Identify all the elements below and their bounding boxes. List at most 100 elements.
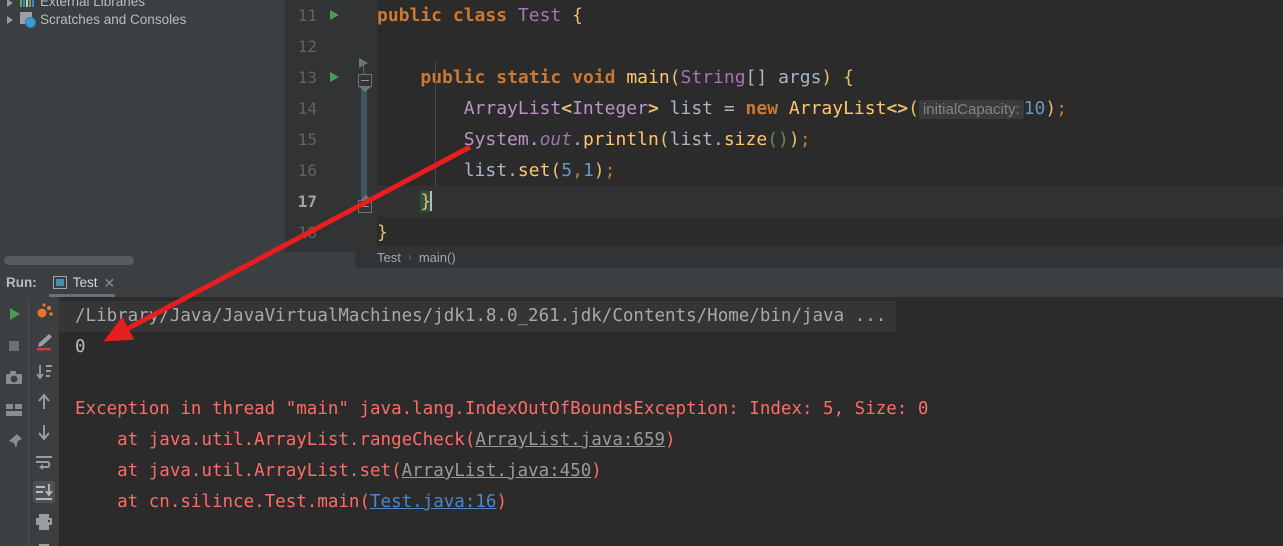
camera-icon[interactable] [3, 367, 25, 389]
gutter-line: 15 [285, 124, 355, 155]
token-type: String [680, 67, 746, 88]
breadcrumb-class[interactable]: Test [377, 250, 401, 265]
console-output[interactable]: /Library/Java/JavaVirtualMachines/jdk1.8… [59, 297, 1283, 546]
token-generic-close: > [647, 98, 659, 119]
stop-icon[interactable] [3, 335, 25, 357]
project-horizontal-scrollbar[interactable] [0, 252, 285, 268]
inlay-parameter-hint: initialCapacity: [918, 100, 1024, 119]
run-tool-window-header: Run: Test ✕ [0, 268, 1283, 297]
code-line-16[interactable]: list.set(5,1); [377, 155, 1283, 186]
token-static-field: out [539, 129, 573, 150]
token-keyword: public [420, 67, 486, 88]
run-gutter-icon[interactable] [330, 10, 339, 20]
print-icon[interactable] [33, 511, 55, 533]
token-number: 5 [561, 160, 573, 181]
token-semicolon: ; [1056, 98, 1068, 119]
token-comma: , [572, 160, 583, 181]
token-type: ArrayList [463, 98, 562, 119]
code-line-12[interactable] [377, 31, 1283, 62]
trace-suffix: ) [665, 430, 676, 450]
code-folding-strip[interactable] [355, 0, 377, 252]
trace-suffix: ) [496, 492, 507, 512]
line-number: 12 [297, 37, 317, 56]
libraries-icon [19, 0, 35, 9]
code-editor[interactable]: public class Test { public static void m… [377, 0, 1283, 252]
tree-item-external-libraries[interactable]: External Libraries [0, 0, 285, 9]
highlight-pen-icon[interactable] [33, 331, 55, 353]
coverage-icon[interactable] [33, 301, 55, 323]
line-number-current: 17 [297, 192, 317, 211]
breadcrumb[interactable]: Test › main() [355, 246, 1283, 268]
token-paren: ) [788, 129, 800, 150]
close-icon[interactable]: ✕ [104, 276, 116, 290]
line-number: 14 [297, 99, 317, 118]
arrow-up-icon[interactable] [33, 391, 55, 413]
token-constructor: ArrayList [788, 98, 887, 119]
code-line-11[interactable]: public class Test { [377, 0, 1283, 31]
layout-icon[interactable] [3, 399, 25, 421]
token-method-name: println [582, 129, 659, 150]
gutter-line: 16 [285, 155, 355, 186]
code-line-13[interactable]: public static void main(String[] args) { [377, 62, 1283, 93]
gutter-line: 18 [285, 217, 355, 248]
token-paren: ( [550, 160, 562, 181]
scroll-to-end-icon[interactable] [33, 481, 55, 503]
arrow-down-icon[interactable] [33, 421, 55, 443]
sort-icon[interactable] [33, 361, 55, 383]
run-toolbar-console [28, 297, 59, 546]
breadcrumb-method[interactable]: main() [419, 250, 456, 265]
indent-guide [435, 155, 436, 186]
pin-icon[interactable] [3, 431, 25, 453]
token-dot: . [572, 129, 583, 150]
token-keyword: void [572, 67, 616, 88]
trace-link[interactable]: ArrayList.java:450 [402, 461, 592, 481]
token-generic-type: Integer [572, 98, 648, 119]
gutter-line: 12 [285, 31, 355, 62]
chevron-right-icon[interactable] [4, 13, 17, 26]
gutter-line: 11 [285, 0, 355, 31]
token-semicolon: ; [604, 160, 616, 181]
code-line-14[interactable]: ArrayList<Integer> list = new ArrayList<… [377, 93, 1283, 124]
tree-item-label: Scratches and Consoles [40, 11, 187, 27]
run-gutter-icon[interactable] [330, 72, 339, 82]
code-line-17[interactable]: } [377, 186, 1283, 217]
editor-zone: External Libraries Scratches and Console… [0, 0, 1283, 268]
project-tool-window[interactable]: External Libraries Scratches and Console… [0, 0, 285, 252]
run-tab-label: Test [72, 275, 98, 290]
token-method-name: set [517, 160, 551, 181]
token-method-name: size [723, 129, 768, 150]
run-config-icon [52, 276, 67, 289]
scrollbar-thumb[interactable] [4, 256, 134, 265]
token-variable: list [463, 160, 508, 181]
indent-guide [435, 93, 436, 124]
run-tab-test[interactable]: Test ✕ [41, 268, 122, 297]
code-line-18[interactable]: } [377, 217, 1283, 248]
trace-link[interactable]: Test.java:16 [370, 492, 496, 512]
token-diamond: <> [886, 98, 909, 119]
trash-icon[interactable] [33, 541, 55, 546]
token-method-name: main [626, 67, 670, 88]
token-number: 10 [1023, 98, 1046, 119]
console-command-row: /Library/Java/JavaVirtualMachines/jdk1.8… [59, 301, 1283, 332]
gutter-line: 13 [285, 62, 355, 93]
rerun-icon[interactable] [3, 303, 25, 325]
token-paren: ) [1045, 98, 1057, 119]
line-number: 15 [297, 130, 317, 149]
indent-guide [435, 124, 436, 155]
fold-collapse-end-icon[interactable] [358, 195, 373, 213]
trace-prefix: at java.util.ArrayList.set( [75, 461, 402, 481]
code-line-15[interactable]: System.out.println(list.size()); [377, 124, 1283, 155]
tree-item-scratches-and-consoles[interactable]: Scratches and Consoles [0, 9, 285, 29]
console-trace-line: at java.util.ArrayList.rangeCheck(ArrayL… [59, 425, 1283, 456]
trace-link[interactable]: ArrayList.java:659 [475, 430, 665, 450]
editor-gutter[interactable]: 11 12 13 14 15 16 17 18 [285, 0, 355, 252]
soft-wrap-icon[interactable] [33, 451, 55, 473]
breadcrumb-separator-icon: › [407, 250, 412, 264]
token-keyword: static [496, 67, 562, 88]
token-paren: ( [908, 98, 919, 119]
console-command: /Library/Java/JavaVirtualMachines/jdk1.8… [59, 301, 897, 332]
token-generic-open: < [561, 98, 573, 119]
token-number: 1 [582, 160, 594, 181]
chevron-right-icon[interactable] [4, 0, 17, 9]
